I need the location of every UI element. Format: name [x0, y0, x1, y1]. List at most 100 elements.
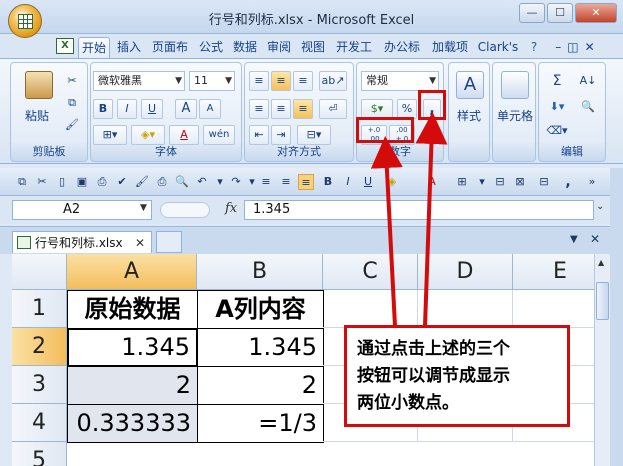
tab-view[interactable]: 视图	[298, 37, 328, 58]
save-icon[interactable]: ▣	[74, 174, 90, 190]
sort-filter-icon[interactable]: A↓	[575, 71, 601, 91]
borders-icon[interactable]: ⊞	[454, 174, 470, 190]
shrink-font-button[interactable]: A	[199, 99, 221, 119]
close-tab-icon[interactable]: ✕	[135, 232, 145, 254]
format-painter-icon[interactable]: 🖌	[63, 115, 81, 133]
minimize-button[interactable]: —	[519, 3, 545, 23]
workbook-tab[interactable]: 行号和列标.xlsx ✕	[12, 231, 152, 253]
cell-b3[interactable]: 2	[197, 366, 324, 405]
tab-data[interactable]: 数据	[230, 37, 260, 58]
fill-color-icon[interactable]: ◈	[384, 174, 400, 190]
align-right-icon[interactable]: ≡	[298, 174, 314, 190]
select-all-corner[interactable]	[12, 254, 67, 290]
cut-icon[interactable]: ✂	[63, 71, 81, 89]
cell-a1[interactable]: 原始数据	[67, 290, 198, 329]
align-right-icon[interactable]: ≡	[293, 99, 313, 119]
insert-function-button[interactable]: fx	[225, 201, 237, 216]
find-icon[interactable]: 🔍	[174, 174, 190, 190]
merge-center-icon[interactable]: ⊟▾	[297, 125, 331, 145]
column-header-c[interactable]: C	[323, 254, 418, 290]
grow-font-button[interactable]: A	[175, 99, 197, 119]
more-icon[interactable]: »	[584, 174, 600, 190]
column-header-e[interactable]: E	[513, 254, 594, 290]
scroll-up-icon[interactable]: ▲	[598, 258, 604, 267]
column-header-a[interactable]: A	[67, 254, 197, 290]
cell-a2[interactable]: 1.345	[67, 328, 198, 367]
name-box[interactable]: A2	[12, 200, 152, 220]
formula-bar-resize-handle[interactable]	[160, 202, 210, 218]
find-select-icon[interactable]: 🔍	[575, 97, 601, 117]
copy-icon[interactable]: ⧉	[63, 93, 81, 111]
close-button[interactable]: ✕	[575, 3, 617, 23]
office-button[interactable]	[8, 4, 42, 38]
italic-button[interactable]: I	[340, 174, 356, 190]
cell-b1[interactable]: A列内容	[197, 290, 324, 329]
redo-icon[interactable]: ↷	[228, 174, 244, 190]
scroll-thumb[interactable]	[596, 282, 609, 320]
cell-a3[interactable]: 2	[67, 366, 198, 405]
close-workbook-icon[interactable]: ✕	[590, 232, 600, 246]
paste-icon[interactable]	[25, 71, 53, 99]
borders-button[interactable]: ⊞▾	[93, 125, 127, 145]
print-preview-icon[interactable]: ⎙	[94, 174, 110, 190]
comma-style-button[interactable]: ,	[560, 174, 576, 190]
cut-icon[interactable]: ✂	[34, 174, 50, 190]
font-size-select[interactable]: 11 ▼	[189, 71, 235, 91]
bold-button[interactable]: B	[93, 99, 113, 119]
cell-d1[interactable]	[418, 290, 513, 328]
tab-clarks[interactable]: Clark's	[476, 37, 520, 58]
cell-a4[interactable]: 0.333333	[67, 404, 198, 443]
column-header-d[interactable]: D	[418, 254, 513, 290]
align-center-icon[interactable]: ≡	[271, 99, 291, 119]
tab-page-layout[interactable]: 页面布	[148, 37, 192, 58]
number-format-select[interactable]: 常规 ▼	[361, 71, 439, 91]
font-name-select[interactable]: 微软雅黑 ▼	[93, 71, 185, 91]
insert-icon[interactable]: ⊠	[512, 174, 528, 190]
tab-home[interactable]: 开始	[78, 37, 110, 58]
name-box-dropdown-icon[interactable]: ▼	[140, 203, 147, 213]
column-header-b[interactable]: B	[197, 254, 323, 290]
autosum-button[interactable]: Σ	[543, 71, 571, 91]
clear-icon[interactable]: ⌫▾	[543, 121, 571, 141]
align-top-icon[interactable]: ≡	[249, 71, 269, 91]
tab-review[interactable]: 审阅	[264, 37, 294, 58]
align-center-icon[interactable]: ≡	[278, 174, 294, 190]
copy-icon[interactable]: ⧉	[14, 174, 30, 190]
font-color-icon[interactable]: A	[424, 174, 440, 190]
underline-button[interactable]: U	[360, 174, 376, 190]
styles-icon[interactable]: A	[456, 71, 484, 99]
new-tab-button[interactable]	[156, 231, 182, 253]
tab-addins[interactable]: 加载项	[428, 37, 472, 58]
row-header-2[interactable]: 2	[12, 328, 67, 366]
new-icon[interactable]: ▯	[54, 174, 70, 190]
cells-label[interactable]: 单元格	[493, 107, 537, 124]
cell-b4[interactable]: =1/3	[197, 404, 324, 443]
cell-b2[interactable]: 1.345	[197, 328, 324, 367]
bold-button[interactable]: B	[320, 174, 336, 190]
cell-c1[interactable]	[323, 290, 418, 328]
ribbon-window-controls[interactable]: –◫✕	[548, 37, 608, 58]
accounting-format-icon[interactable]: $▾	[361, 99, 393, 119]
tab-list-icon[interactable]: ▼	[570, 234, 578, 245]
fill-color-button[interactable]: ◈▾	[131, 125, 165, 145]
format-painter-icon[interactable]: 🖌	[134, 174, 150, 190]
decrease-indent-icon[interactable]: ⇤	[249, 125, 269, 145]
row-header-1[interactable]: 1	[12, 290, 67, 328]
increase-indent-icon[interactable]: ⇥	[271, 125, 291, 145]
orientation-icon[interactable]: ab↗	[319, 71, 347, 91]
tab-office-tab[interactable]: 办公标	[380, 37, 424, 58]
cells-icon[interactable]	[501, 71, 529, 99]
undo-icon[interactable]: ↶	[194, 174, 210, 190]
borders-dropdown-icon[interactable]: ▾	[474, 174, 490, 190]
styles-label[interactable]: 样式	[451, 107, 487, 124]
cell-e1[interactable]	[513, 290, 594, 328]
align-bottom-icon[interactable]: ≡	[293, 71, 313, 91]
merge-icon[interactable]: ⊟	[492, 174, 508, 190]
spelling-icon[interactable]: ✔	[114, 174, 130, 190]
print-icon[interactable]: ⎙	[154, 174, 170, 190]
vertical-scrollbar[interactable]: ▲	[594, 254, 610, 466]
align-middle-icon[interactable]: ≡	[271, 71, 291, 91]
row-header-5[interactable]: 5	[12, 442, 67, 466]
row-header-3[interactable]: 3	[12, 366, 67, 404]
underline-button[interactable]: U	[141, 99, 163, 119]
